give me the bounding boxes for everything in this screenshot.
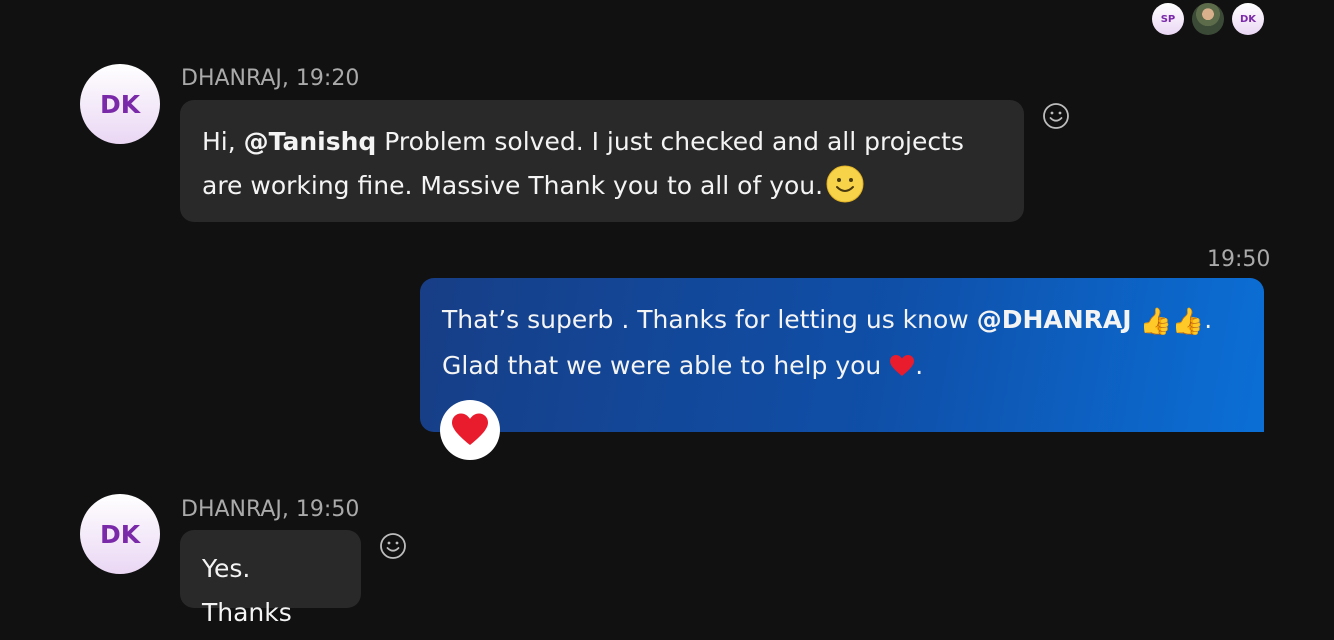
- message-meta: DHANRAJ, 19:50: [181, 497, 360, 522]
- message-meta: DHANRAJ, 19:20: [181, 66, 360, 91]
- heart-icon: [890, 355, 915, 376]
- sender-initials: DK: [99, 519, 141, 549]
- participant-avatar-photo[interactable]: [1192, 3, 1224, 35]
- message-text: Glad that we were able to help you: [442, 351, 890, 380]
- sender-initials: DK: [99, 89, 141, 119]
- message-text: That’s superb . Thanks for letting us kn…: [442, 305, 977, 334]
- participant-initials: SP: [1160, 13, 1176, 25]
- message-text: .: [1204, 305, 1213, 334]
- smile-emoji-icon: [826, 165, 864, 203]
- message-bubble-incoming[interactable]: Yes. Thanks: [180, 530, 361, 627]
- message-text-greeting: Hi,: [202, 127, 244, 156]
- heart-reaction-badge[interactable]: [440, 400, 500, 460]
- smiley-outline-icon[interactable]: [1042, 102, 1070, 130]
- message-meta: 19:50: [1207, 247, 1271, 272]
- message-bubble-incoming[interactable]: Hi, @Tanishq Problem solved. I just chec…: [180, 100, 1024, 222]
- message-bubble-outgoing[interactable]: That’s superb . Thanks for letting us kn…: [420, 278, 1264, 432]
- message-text: Yes. Thanks: [202, 554, 292, 627]
- message-text: .: [915, 351, 924, 380]
- heart-icon: [452, 413, 488, 445]
- sender-avatar[interactable]: DK: [80, 494, 160, 574]
- smiley-outline-icon[interactable]: [379, 532, 407, 560]
- thumbs-up-icon: 👍👍: [1139, 307, 1205, 337]
- mention-tag[interactable]: @Tanishq: [244, 127, 377, 156]
- mention-tag[interactable]: @DHANRAJ: [977, 305, 1132, 334]
- sender-avatar[interactable]: DK: [80, 64, 160, 144]
- participant-avatar-dk[interactable]: DK: [1232, 3, 1264, 35]
- participant-initials: DK: [1239, 13, 1257, 25]
- participant-avatar-sp[interactable]: SP: [1152, 3, 1184, 35]
